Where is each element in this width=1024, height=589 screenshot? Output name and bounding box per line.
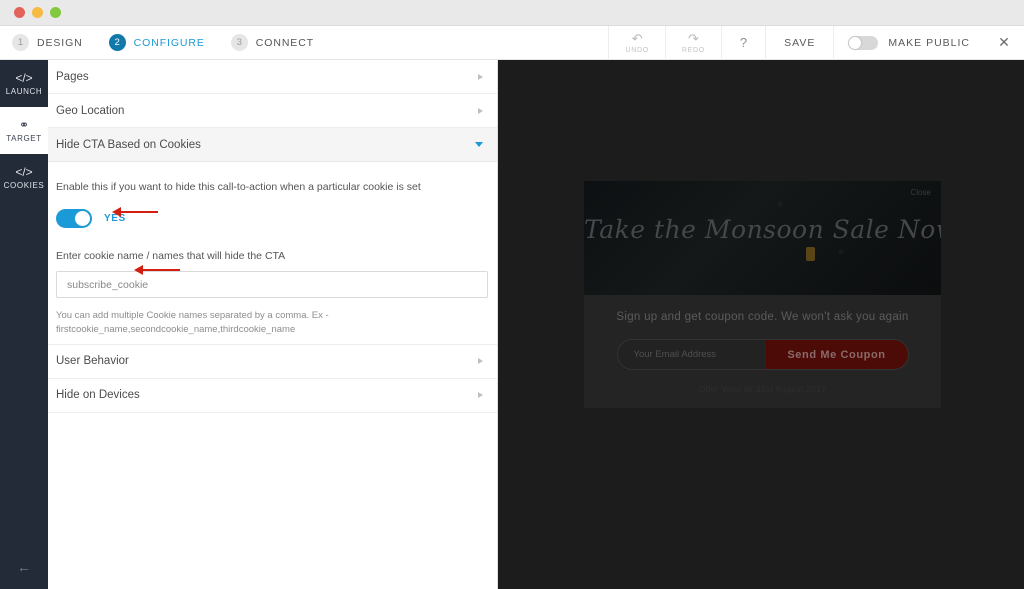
cookie-name-input[interactable] [56, 271, 488, 299]
configuration-panel: Pages Geo Location Hide CTA Based on Coo… [48, 60, 498, 589]
step-design[interactable]: 1 DESIGN [12, 34, 83, 51]
save-button[interactable]: SAVE [765, 25, 833, 60]
sidebar-item-launch[interactable]: </> LAUNCH [0, 60, 48, 107]
hide-cta-cookies-section: Enable this if you want to hide this cal… [48, 162, 497, 345]
sidebar-item-target[interactable]: ⚭ TARGET [0, 107, 48, 154]
sidebar-item-target-label: TARGET [6, 133, 42, 143]
step-design-number: 1 [12, 34, 29, 51]
accordion-row-geo-location-label: Geo Location [56, 104, 125, 117]
cookie-name-helper-text: You can add multiple Cookie names separa… [56, 310, 329, 336]
accordion-row-hide-cta-cookies-label: Hide CTA Based on Cookies [56, 138, 201, 151]
code-icon: </> [15, 70, 33, 85]
accordion-row-user-behavior-label: User Behavior [56, 355, 129, 368]
window-minimize-button[interactable] [32, 7, 43, 18]
sidebar-item-launch-label: LAUNCH [5, 86, 43, 96]
price-tag-icon [806, 247, 815, 261]
sidebar-item-cookies[interactable]: </> COOKIES [0, 154, 48, 201]
step-connect-label: CONNECT [255, 36, 314, 49]
help-button[interactable]: ? [720, 25, 765, 60]
window-zoom-button[interactable] [50, 7, 61, 18]
chevron-right-icon [478, 73, 483, 80]
chevron-right-icon [478, 358, 483, 365]
redo-label: REDO [681, 46, 705, 54]
step-connect-number: 3 [230, 34, 248, 51]
switch-knob [75, 211, 90, 227]
chevron-right-icon [478, 107, 483, 114]
accordion-row-hide-on-devices-label: Hide on Devices [56, 389, 140, 402]
cta-widget: Close Take the Monsoon Sale Now! Sign up… [584, 181, 941, 408]
annotation-arrow-toggle [112, 207, 158, 217]
undo-label: UNDO [625, 46, 649, 54]
undo-button[interactable]: ↶ UNDO [608, 25, 664, 60]
cta-preview-area: Close Take the Monsoon Sale Now! Sign up… [498, 60, 1024, 589]
redo-arrow-icon: ↷ [687, 30, 699, 46]
step-configure[interactable]: 2 CONFIGURE [108, 34, 205, 51]
question-mark-icon: ? [739, 35, 748, 50]
chevron-down-icon [475, 142, 483, 147]
sidebar-back-button[interactable]: ← [0, 559, 48, 575]
accordion-row-hide-cta-cookies[interactable]: Hide CTA Based on Cookies [48, 128, 497, 162]
step-connect[interactable]: 3 CONNECT [230, 34, 314, 51]
cta-form-area: Sign up and get coupon code. We won't as… [584, 295, 941, 408]
accordion-row-pages-label: Pages [56, 70, 89, 83]
close-editor-button[interactable]: ✕ [984, 26, 1024, 60]
banner-title: Take the Monsoon Sale Now! [584, 215, 941, 244]
sidebar-item-cookies-label: COOKIES [3, 180, 45, 190]
step-design-label: DESIGN [37, 36, 83, 49]
accordion-row-geo-location[interactable]: Geo Location [48, 94, 497, 128]
person-icon: ⚭ [18, 117, 30, 132]
email-input[interactable] [617, 340, 766, 369]
chevron-right-icon [478, 392, 483, 399]
cta-signup-form: Send Me Coupon [616, 339, 909, 370]
undo-arrow-icon: ↶ [631, 30, 643, 46]
switch-knob [849, 36, 862, 49]
cta-banner-image: Close Take the Monsoon Sale Now! [584, 181, 941, 295]
window-titlebar [0, 0, 1024, 26]
section-description: Enable this if you want to hide this cal… [56, 181, 421, 193]
left-sidebar: </> LAUNCH ⚭ TARGET </> COOKIES ← [0, 60, 48, 589]
step-configure-number: 2 [108, 34, 126, 51]
make-public-switch[interactable] [848, 35, 879, 50]
make-public-label: MAKE PUBLIC [888, 36, 970, 49]
close-icon: ✕ [998, 34, 1010, 50]
save-label: SAVE [784, 36, 816, 49]
redo-button[interactable]: ↷ REDO [664, 25, 721, 60]
enable-hide-cta-switch[interactable] [56, 209, 92, 229]
cta-offer-validity: Offer Valid till 31st August 2017 [698, 384, 827, 394]
accordion-row-pages[interactable]: Pages [48, 60, 497, 94]
banner-close-link[interactable]: Close [911, 188, 931, 197]
accordion-row-user-behavior[interactable]: User Behavior [48, 345, 497, 379]
send-me-coupon-button[interactable]: Send Me Coupon [765, 340, 908, 369]
window-close-button[interactable] [14, 7, 25, 18]
make-public-toggle[interactable]: MAKE PUBLIC [833, 25, 984, 60]
accordion-row-hide-on-devices[interactable]: Hide on Devices [48, 379, 497, 413]
annotation-arrow-input [134, 265, 180, 275]
step-configure-label: CONFIGURE [133, 36, 205, 49]
header-toolbar: ↶ UNDO ↷ REDO ? SAVE MAKE PUBLIC ✕ [608, 25, 1024, 60]
app-window: 1 DESIGN 2 CONFIGURE 3 CONNECT ↶ UNDO ↷ … [0, 0, 1024, 589]
cta-headline: Sign up and get coupon code. We won't as… [616, 311, 909, 323]
app-header: 1 DESIGN 2 CONFIGURE 3 CONNECT ↶ UNDO ↷ … [0, 25, 1024, 60]
code-icon: </> [15, 164, 33, 179]
step-navigation: 1 DESIGN 2 CONFIGURE 3 CONNECT [0, 34, 340, 51]
cookie-name-field-label: Enter cookie name / names that will hide… [56, 250, 286, 263]
back-arrow-icon: ← [17, 559, 31, 575]
